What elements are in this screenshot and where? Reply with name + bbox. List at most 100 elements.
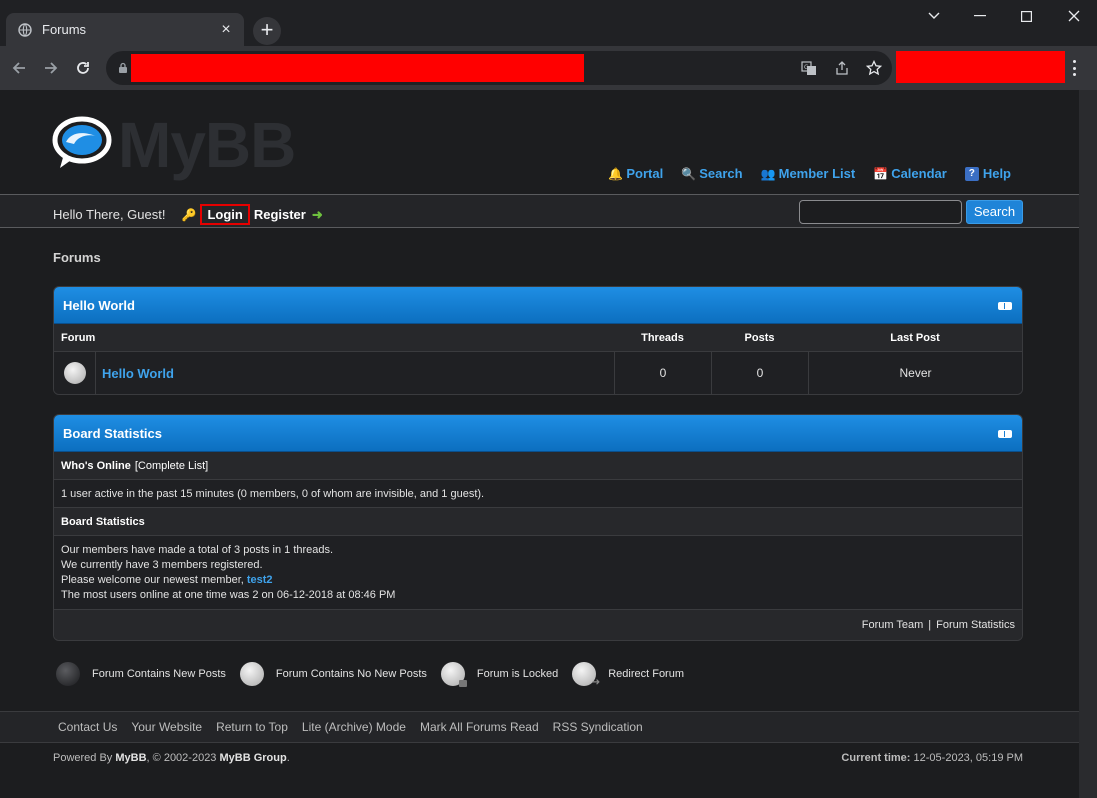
footer-link[interactable]: Mark All Forums Read <box>420 720 539 734</box>
mybb-logo[interactable]: MyBB <box>52 108 296 182</box>
forum-statistics-link[interactable]: Forum Statistics <box>936 619 1015 631</box>
stats-line: Please welcome our newest member, test2 <box>61 573 1015 588</box>
browser-tab[interactable]: Forums × <box>6 13 244 46</box>
lock-icon[interactable] <box>118 61 128 79</box>
board-stats-heading: Board Statistics <box>54 508 1022 536</box>
legend-label: Forum is Locked <box>476 668 559 680</box>
copyright: Powered By MyBB, © 2002-2023 MyBB Group. <box>53 752 290 764</box>
stats-header: Board Statistics <box>54 415 1022 452</box>
stats-line: We currently have 3 members registered. <box>61 559 263 571</box>
search-button[interactable]: Search <box>966 200 1023 224</box>
redirect-forum-icon: ➜ <box>572 662 600 688</box>
footer-link[interactable]: Return to Top <box>216 720 288 734</box>
collapse-icon[interactable] <box>998 302 1012 310</box>
mybb-link[interactable]: MyBB <box>115 752 146 764</box>
forum-row: Hello World 0 0 Never <box>54 352 1022 394</box>
bookmark-star-icon[interactable] <box>865 59 883 77</box>
forum-icon-legend: Forum Contains New Posts Forum Contains … <box>56 662 698 688</box>
key-icon: 🔑 <box>181 207 197 222</box>
category-title[interactable]: Hello World <box>63 298 135 313</box>
newest-member-link[interactable]: test2 <box>247 574 273 586</box>
footer-link[interactable]: Contact Us <box>58 720 117 734</box>
browser-menu-icon[interactable] <box>1066 58 1082 78</box>
nav-calendar[interactable]: 📅 Calendar <box>873 166 947 181</box>
forum-link[interactable]: Hello World <box>102 366 174 381</box>
stats-title: Board Statistics <box>63 426 162 441</box>
last-post-cell: Never <box>899 366 932 380</box>
url-redaction <box>131 54 584 82</box>
no-new-posts-icon <box>63 362 86 384</box>
new-posts-icon <box>56 662 80 686</box>
nav-help[interactable]: ? Help <box>964 166 1011 181</box>
forum-column-headers: Forum Threads Posts Last Post <box>54 324 1022 352</box>
page-scrollbar[interactable] <box>1079 90 1097 798</box>
help-icon: ? <box>964 166 979 181</box>
minimize-icon[interactable] <box>957 0 1003 32</box>
profile-redaction <box>896 51 1065 83</box>
calendar-icon: 📅 <box>873 166 889 181</box>
nav-label: Help <box>982 166 1011 181</box>
current-time-value: 12-05-2023, 05:19 PM <box>913 752 1023 764</box>
maximize-icon[interactable] <box>1003 0 1049 32</box>
whos-online-label[interactable]: Who's Online <box>61 460 131 472</box>
nav-member-list[interactable]: 👥 Member List <box>761 166 856 181</box>
forum-status-cell <box>54 352 96 394</box>
footer-link[interactable]: Lite (Archive) Mode <box>302 720 406 734</box>
svg-text:G: G <box>804 64 809 71</box>
forward-icon[interactable] <box>39 56 63 80</box>
threads-cell: 0 <box>615 352 712 394</box>
welcome-block: Hello There, Guest! 🔑 Login Register ➜ <box>53 204 323 225</box>
stats-footer: Forum Team | Forum Statistics <box>54 610 1022 640</box>
close-window-icon[interactable] <box>1051 0 1097 32</box>
online-row: 1 user active in the past 15 minutes (0 … <box>54 480 1022 508</box>
collapse-icon[interactable] <box>998 430 1012 438</box>
stats-line: Our members have made a total of 3 posts… <box>61 544 334 556</box>
share-icon[interactable] <box>833 59 851 77</box>
forum-header: MyBB 🔔 Portal 🔍 Search 👥 Member List 📅 Calen… <box>0 90 1079 194</box>
browser-toolbar: G <box>0 46 1097 90</box>
register-link[interactable]: Register <box>254 207 306 222</box>
mybb-logo-icon <box>52 116 112 168</box>
close-tab-icon[interactable]: × <box>218 21 234 38</box>
reload-icon[interactable] <box>71 56 95 80</box>
legend-label: Forum Contains No New Posts <box>275 668 427 680</box>
category-header: Hello World <box>54 287 1022 324</box>
mybb-group-link[interactable]: MyBB Group <box>220 752 287 764</box>
period-text: . <box>286 752 290 764</box>
address-bar[interactable]: G <box>106 51 892 85</box>
translate-icon[interactable]: G <box>800 59 818 77</box>
browser-tab-bar: Forums × + <box>0 0 1097 46</box>
locked-forum-icon <box>440 662 467 687</box>
col-threads: Threads <box>641 331 684 344</box>
forum-category-table: Hello World Forum Threads Posts Last Pos… <box>53 286 1023 395</box>
no-new-posts-icon <box>239 662 264 686</box>
nav-label: Calendar <box>891 166 947 181</box>
new-tab-button[interactable]: + <box>253 17 281 45</box>
legend-item: Forum Contains New Posts <box>56 662 226 686</box>
footer-link[interactable]: Your Website <box>131 720 202 734</box>
nav-search[interactable]: 🔍 Search <box>681 166 742 181</box>
top-navigation: 🔔 Portal 🔍 Search 👥 Member List 📅 Calendar ?… <box>608 166 1011 181</box>
welcome-panel: Hello There, Guest! 🔑 Login Register ➜ S… <box>0 194 1079 228</box>
forum-name-cell: Hello World <box>96 352 615 394</box>
footer-links: Contact Us Your Website Return to Top Li… <box>0 711 1079 743</box>
col-forum: Forum <box>61 331 96 344</box>
welcome-text: Hello There, Guest! <box>53 207 166 222</box>
complete-list-link[interactable]: [Complete List] <box>135 460 208 472</box>
logo-text: MyBB <box>118 109 296 181</box>
breadcrumb[interactable]: Forums <box>53 250 101 265</box>
nav-portal[interactable]: 🔔 Portal <box>608 166 663 181</box>
legend-item: ➜ Redirect Forum <box>572 662 684 688</box>
arrow-right-icon: ➜ <box>311 206 323 222</box>
magnifier-icon: 🔍 <box>681 166 697 181</box>
forum-team-link[interactable]: Forum Team <box>862 619 924 631</box>
tab-search-icon[interactable] <box>911 0 957 32</box>
separator: | <box>928 619 932 631</box>
footer-link[interactable]: RSS Syndication <box>553 720 643 734</box>
search-input[interactable] <box>799 200 962 224</box>
back-icon[interactable] <box>7 56 31 80</box>
whos-online-header: Who's Online [Complete List] <box>54 452 1022 480</box>
board-statistics-table: Board Statistics Who's Online [Complete … <box>53 414 1023 641</box>
legend-label: Redirect Forum <box>608 668 684 680</box>
login-link[interactable]: Login <box>200 204 250 225</box>
